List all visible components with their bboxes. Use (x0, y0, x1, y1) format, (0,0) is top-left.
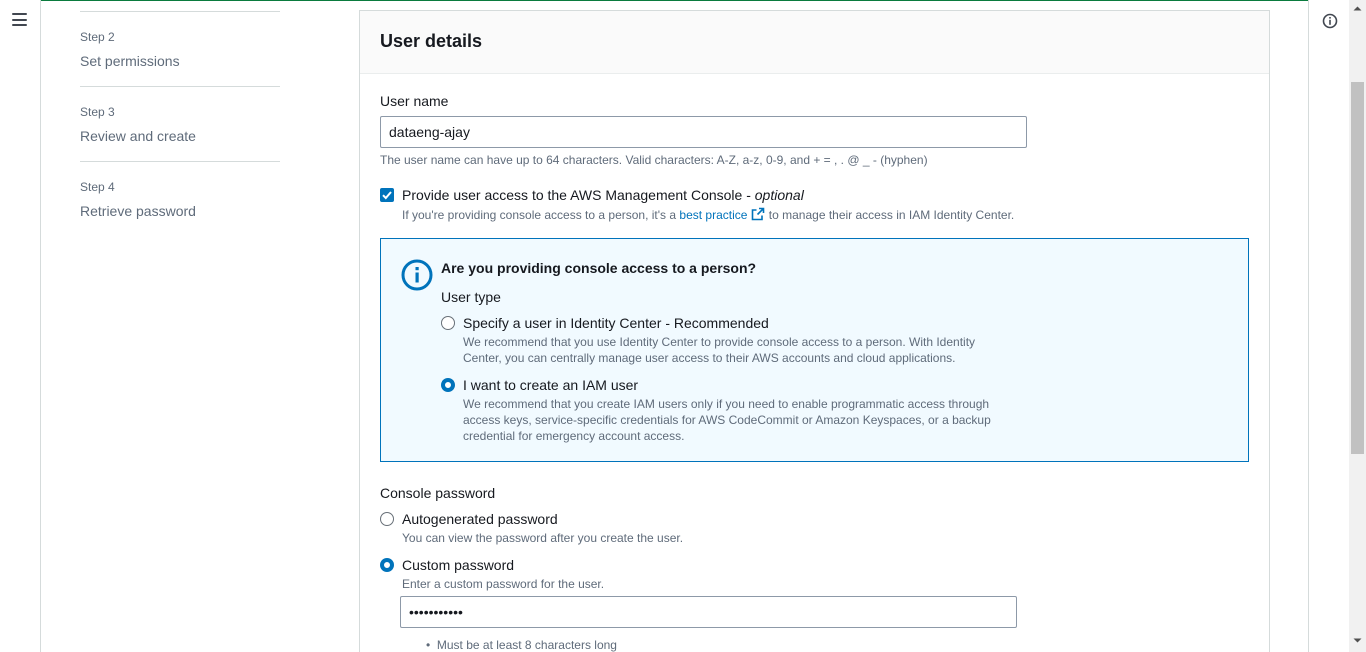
user-name-label: User name (380, 93, 449, 109)
optional-tag: optional (754, 187, 804, 203)
step-number: Step 4 (80, 180, 115, 194)
step-number: Step 3 (80, 105, 115, 119)
user-name-constraint-hint: The user name can have up to 64 characte… (380, 153, 928, 167)
user-type-label: User type (441, 289, 501, 305)
iam-user-option-label[interactable]: I want to create an IAM user (463, 377, 638, 393)
custom-password-input[interactable]: ••••••••••• (400, 596, 1017, 628)
step-item-set-permissions[interactable]: Step 2 Set permissions (80, 30, 280, 69)
scroll-down-arrow-icon[interactable] (1353, 636, 1362, 645)
help-panel-rail (1308, 0, 1349, 652)
console-access-hint-prefix: If you're providing console access to a … (402, 208, 680, 222)
password-requirement-text: Must be at least 8 characters long (436, 638, 617, 652)
autogenerated-password-description: You can view the password after you crea… (402, 531, 684, 545)
checkmark-icon (382, 191, 392, 200)
step-item-retrieve-password[interactable]: Step 4 Retrieve password (80, 180, 280, 219)
info-circle-icon[interactable] (1322, 13, 1338, 29)
user-name-input[interactable]: dataeng-ajay (380, 116, 1027, 148)
description-line: access keys, service-specific credential… (463, 413, 991, 427)
console-access-label[interactable]: Provide user access to the AWS Managemen… (402, 187, 804, 203)
autogenerated-password-label[interactable]: Autogenerated password (402, 511, 558, 527)
step-divider (80, 11, 280, 12)
description-line: We recommend that you use Identity Cente… (463, 335, 976, 349)
step-divider (80, 86, 280, 87)
identity-center-radio[interactable] (441, 316, 455, 330)
description-line: We recommend that you create IAM users o… (463, 397, 990, 411)
panel-title: User details (380, 31, 483, 51)
autogenerated-password-radio[interactable] (380, 512, 394, 526)
info-icon (401, 259, 433, 291)
iam-user-radio[interactable] (441, 378, 455, 392)
step-item-review-and-create[interactable]: Step 3 Review and create (80, 105, 280, 144)
console-access-hint: If you're providing console access to a … (402, 207, 1014, 222)
console-access-hint-suffix: to manage their access in IAM Identity C… (765, 208, 1015, 222)
vertical-scrollbar[interactable] (1349, 0, 1366, 652)
identity-center-description: We recommend that you use Identity Cente… (463, 334, 975, 366)
panel-header: User details (360, 11, 1269, 74)
best-practice-link[interactable]: best practice (679, 208, 747, 222)
console-access-checkbox[interactable] (380, 188, 394, 202)
custom-password-description: Enter a custom password for the user. (402, 577, 605, 591)
external-link-icon[interactable] (751, 207, 765, 221)
hamburger-menu-icon[interactable] (12, 13, 27, 26)
step-title[interactable]: Retrieve password (80, 203, 280, 219)
description-line: credential for emergency account access. (463, 429, 685, 443)
step-divider (80, 161, 280, 162)
top-accent-line (0, 0, 1366, 1)
custom-password-label[interactable]: Custom password (402, 557, 514, 573)
custom-password-radio[interactable] (380, 558, 394, 572)
step-number: Step 2 (80, 30, 115, 44)
identity-center-option-label[interactable]: Specify a user in Identity Center - Reco… (463, 315, 769, 331)
left-navigation-rail (0, 0, 41, 652)
password-requirement-item: • Must be at least 8 characters long (426, 638, 617, 652)
alert-title: Are you providing console access to a pe… (441, 260, 757, 276)
console-password-label: Console password (380, 485, 496, 501)
step-title[interactable]: Review and create (80, 128, 280, 144)
description-line: Center, you can centrally manage user ac… (463, 351, 956, 365)
scroll-up-arrow-icon[interactable] (1353, 4, 1362, 13)
step-title[interactable]: Set permissions (80, 53, 280, 69)
scrollbar-thumb[interactable] (1351, 82, 1364, 454)
console-access-label-text: Provide user access to the AWS Managemen… (402, 187, 755, 203)
iam-user-description: We recommend that you create IAM users o… (463, 396, 991, 444)
